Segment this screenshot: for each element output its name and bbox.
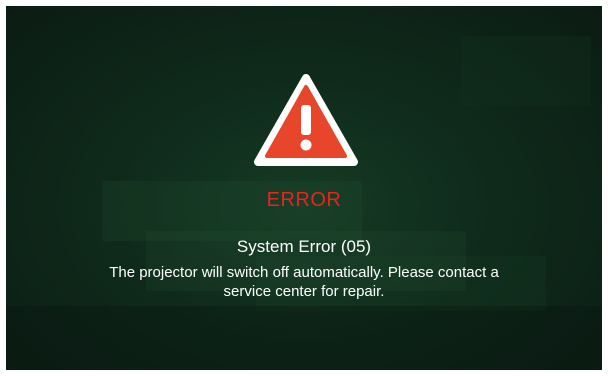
error-title: ERROR xyxy=(266,189,342,211)
error-message: The projector will switch off automatica… xyxy=(109,264,499,300)
projector-error-screen: ERROR System Error (05) The projector wi… xyxy=(6,6,602,370)
background-block xyxy=(461,36,591,106)
background xyxy=(6,6,602,370)
error-code: System Error (05) xyxy=(236,237,372,256)
background-block xyxy=(6,306,602,370)
warning-triangle-icon xyxy=(254,74,358,166)
